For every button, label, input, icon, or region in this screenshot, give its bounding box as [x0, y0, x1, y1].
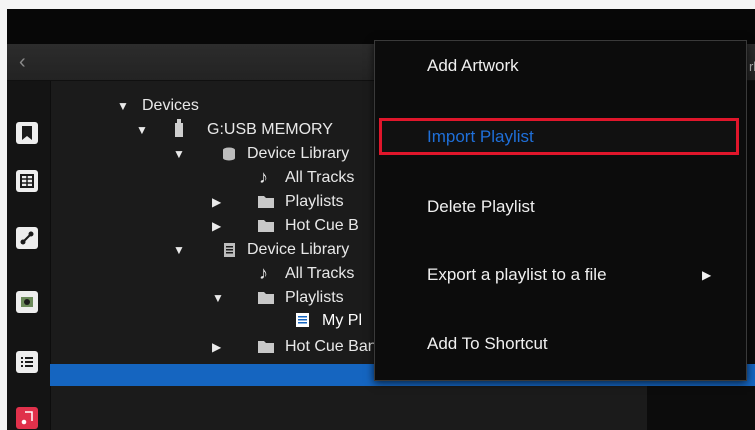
collapse-arrow-icon[interactable]: ▶ — [212, 335, 221, 359]
collapse-arrow-icon[interactable]: ▶ — [212, 190, 221, 214]
expand-arrow-icon[interactable]: ▼ — [136, 118, 148, 142]
title-bar — [7, 9, 755, 44]
tree-item-playlists[interactable]: Playlists — [285, 190, 344, 214]
database-icon — [223, 147, 235, 161]
menu-item-label: Add Artwork — [427, 56, 519, 75]
back-arrow-icon[interactable]: ‹ — [19, 52, 39, 72]
folder-icon — [258, 196, 274, 208]
app-window: ‹ rl ▼ Devices ▼ G:USB MEMORY ▼ Device L… — [7, 9, 755, 430]
tree-item-device-library[interactable]: Device Library — [247, 142, 349, 166]
list-icon[interactable] — [16, 351, 38, 373]
expand-arrow-icon[interactable]: ▼ — [173, 238, 185, 262]
usb-icon — [175, 119, 183, 137]
submenu-arrow-icon: ▶ — [702, 268, 712, 282]
menu-item-import-playlist[interactable]: Import Playlist — [375, 117, 746, 157]
context-menu: Add Artwork Import Playlist Delete Playl… — [374, 40, 747, 381]
left-icon-bar — [7, 81, 51, 430]
document-icon — [224, 243, 235, 257]
menu-item-add-artwork[interactable]: Add Artwork — [375, 46, 746, 86]
folder-icon — [258, 341, 274, 353]
menu-item-export-playlist[interactable]: Export a playlist to a file ▶ — [375, 255, 746, 295]
menu-item-delete-playlist[interactable]: Delete Playlist — [375, 187, 746, 227]
menu-item-label: Export a playlist to a file — [427, 265, 607, 284]
expand-arrow-icon[interactable]: ▼ — [117, 94, 129, 118]
note-icon: ♪ — [259, 167, 268, 187]
grid-icon[interactable] — [16, 170, 38, 192]
folder-icon — [258, 220, 274, 232]
tree-item-devices[interactable]: Devices — [142, 94, 199, 118]
tree-item-usb-memory[interactable]: G:USB MEMORY — [207, 118, 333, 142]
folder-icon — [258, 292, 274, 304]
menu-item-label: Add To Shortcut — [427, 334, 548, 353]
expand-arrow-icon[interactable]: ▼ — [173, 142, 185, 166]
menu-item-label: Delete Playlist — [427, 197, 535, 216]
menu-item-add-to-shortcut[interactable]: Add To Shortcut — [375, 324, 746, 364]
playlist-icon — [296, 313, 309, 327]
tree-item-device-library[interactable]: Device Library — [247, 238, 349, 262]
bookmark-icon[interactable] — [16, 122, 38, 144]
tree-item-all-tracks[interactable]: All Tracks — [285, 262, 354, 286]
tree-item-all-tracks[interactable]: All Tracks — [285, 166, 354, 190]
note-icon: ♪ — [259, 263, 268, 283]
column-header-fragment: rl — [749, 59, 755, 74]
collapse-arrow-icon[interactable]: ▶ — [212, 214, 221, 238]
tree-item-my-playlist[interactable]: My Pl — [322, 309, 362, 333]
menu-item-label: Import Playlist — [427, 127, 534, 146]
tree-item-playlists[interactable]: Playlists — [285, 286, 344, 310]
explorer-icon[interactable] — [16, 291, 38, 313]
tree-item-hot-cue-bank[interactable]: Hot Cue B — [285, 214, 359, 238]
music-icon[interactable] — [16, 407, 38, 429]
network-icon[interactable] — [16, 227, 38, 249]
expand-arrow-icon[interactable]: ▼ — [212, 286, 224, 310]
